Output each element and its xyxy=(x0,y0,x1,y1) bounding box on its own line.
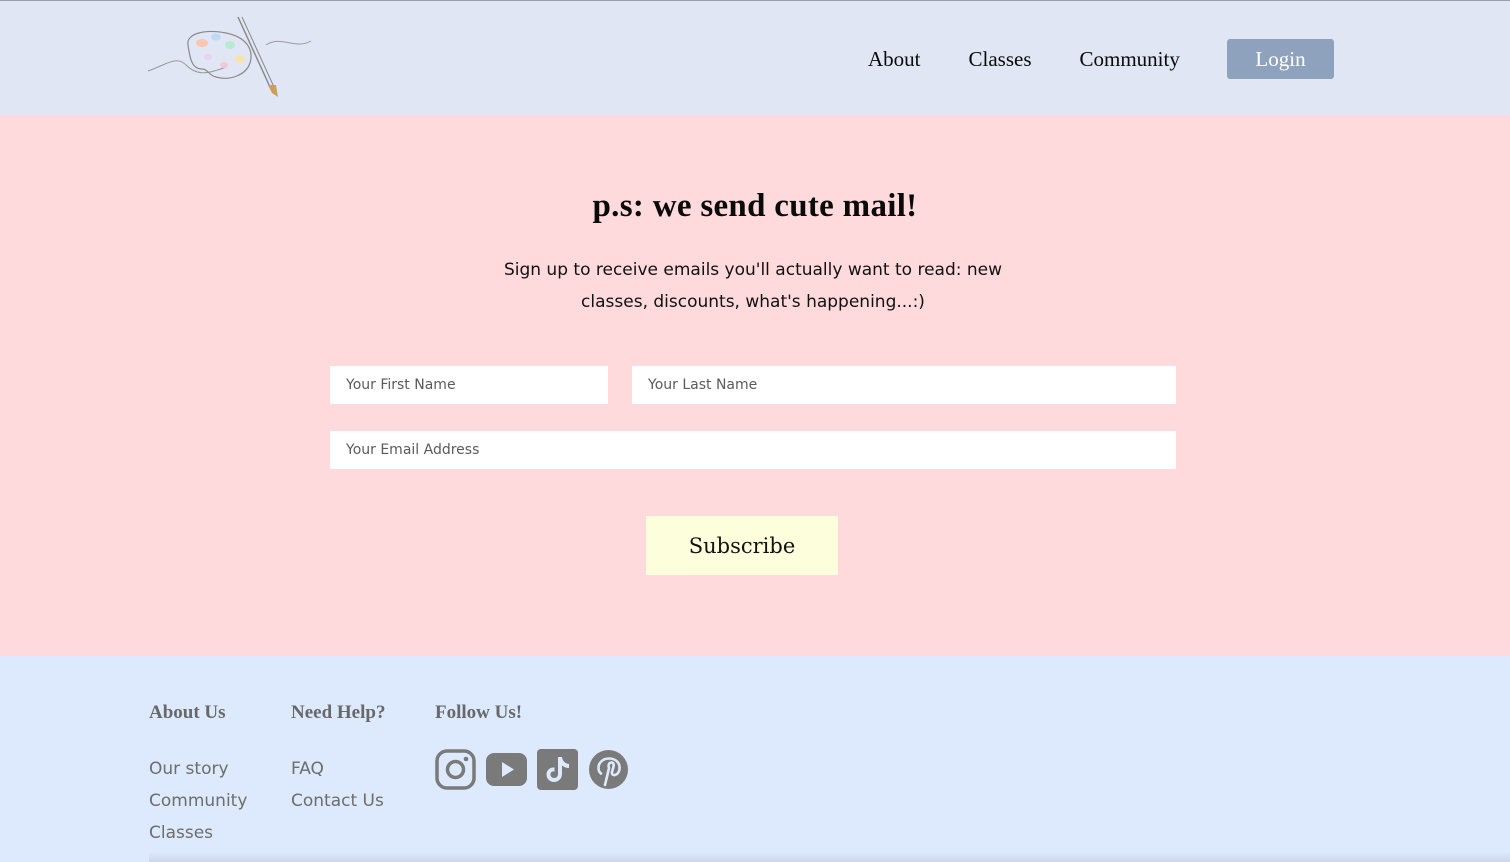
newsletter-signup-section: p.s: we send cute mail! Sign up to recei… xyxy=(0,116,1510,656)
signup-title: p.s: we send cute mail! xyxy=(592,188,918,224)
footer-help-heading: Need Help? xyxy=(291,702,386,723)
footer-community-link[interactable]: Community xyxy=(149,785,247,817)
nav-community-link[interactable]: Community xyxy=(1080,47,1180,72)
login-button[interactable]: Login xyxy=(1227,39,1334,79)
first-name-input[interactable] xyxy=(330,366,608,404)
nav-classes-link[interactable]: Classes xyxy=(969,47,1032,72)
site-footer: About Us Our story Community Classes Nee… xyxy=(0,656,1510,862)
email-input[interactable] xyxy=(330,431,1176,469)
palette-brush-logo[interactable] xyxy=(146,15,312,99)
tiktok-icon[interactable] xyxy=(537,749,578,790)
footer-classes-link[interactable]: Classes xyxy=(149,817,247,849)
main-nav: About Classes Community xyxy=(868,39,1228,79)
site-header: About Classes Community Login xyxy=(0,0,1510,116)
footer-our-story-link[interactable]: Our story xyxy=(149,753,247,785)
footer-faq-link[interactable]: FAQ xyxy=(291,753,385,785)
footer-help-column: Need Help? FAQ Contact Us xyxy=(291,702,385,817)
social-icons xyxy=(435,749,639,790)
footer-divider xyxy=(149,852,1510,862)
signup-description: Sign up to receive emails you'll actuall… xyxy=(503,260,1003,312)
youtube-icon[interactable] xyxy=(486,749,527,790)
footer-follow-heading: Follow Us! xyxy=(435,702,523,723)
footer-follow-column: Follow Us! xyxy=(435,702,522,726)
nav-about-link[interactable]: About xyxy=(868,47,921,72)
footer-about-column: About Us Our story Community Classes xyxy=(149,702,247,849)
last-name-input[interactable] xyxy=(632,366,1176,404)
instagram-icon[interactable] xyxy=(435,749,476,790)
subscribe-button[interactable]: Subscribe xyxy=(646,516,838,575)
footer-contact-link[interactable]: Contact Us xyxy=(291,785,385,817)
footer-about-heading: About Us xyxy=(149,702,226,723)
pinterest-icon[interactable] xyxy=(588,749,629,790)
